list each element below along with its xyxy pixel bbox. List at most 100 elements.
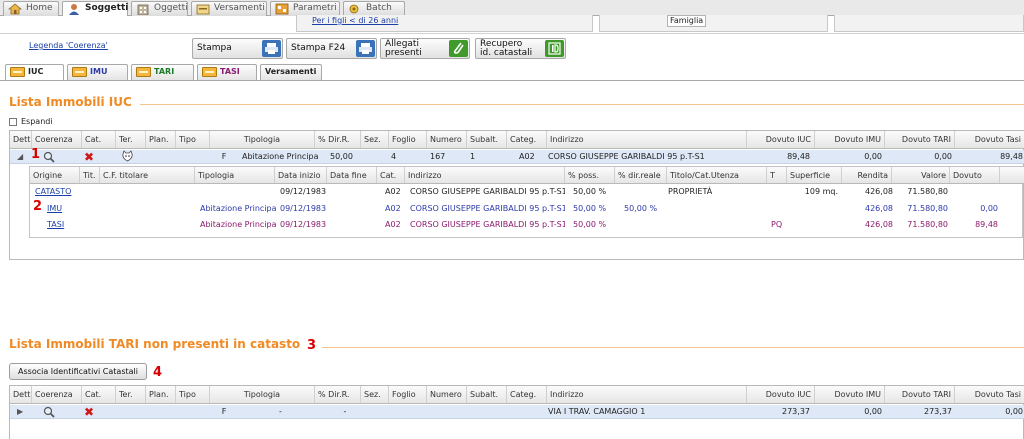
nav-tab-batch[interactable]: Batch — [343, 1, 405, 16]
user-icon — [67, 3, 81, 15]
column-header[interactable]: Plan. — [146, 386, 176, 403]
column-header[interactable]: Cat. — [82, 386, 116, 403]
column-header[interactable]: % Dir.R. — [315, 131, 361, 148]
column-header[interactable]: Coerenza — [32, 131, 82, 148]
column-header[interactable]: Data inizio — [275, 167, 327, 183]
column-header[interactable]: Dett. — [10, 386, 32, 403]
expand-arrow-icon[interactable]: ▶ — [17, 407, 23, 416]
tax-icon — [72, 67, 87, 77]
building-icon — [136, 3, 150, 16]
column-header[interactable]: Rendita — [842, 167, 892, 183]
paperclip-icon — [449, 40, 468, 57]
table-row[interactable]: CATASTO 09/12/1983 A02 CORSO GIUSEPPE GA… — [30, 185, 1024, 199]
column-header[interactable]: % dir.reale — [615, 167, 667, 183]
tab-versamenti[interactable]: Versamenti — [260, 64, 322, 80]
column-header[interactable]: Data fine — [327, 167, 377, 183]
column-header[interactable]: Tit. — [80, 167, 100, 183]
origine-imu-link[interactable]: IMU — [47, 202, 87, 216]
nav-tab-oggetti[interactable]: Oggetti — [131, 1, 188, 16]
column-header[interactable]: Ter. — [116, 131, 146, 148]
stampa-button[interactable]: Stampa — [192, 38, 283, 59]
nav-tab-home[interactable]: Home — [3, 1, 59, 16]
stampa-f24-button[interactable]: Stampa F24 — [286, 38, 377, 59]
espandi-label: Espandi — [21, 117, 53, 126]
tari-grid-header: Dett. Coerenza Cat. Ter. Plan. Tipo Tipologia%… — [10, 386, 1024, 404]
column-header[interactable]: % Dir.R. — [315, 386, 361, 403]
tab-tari[interactable]: TARI — [131, 64, 194, 80]
table-row[interactable]: TASI Abitazione Principale 09/12/1983 A0… — [30, 218, 1024, 232]
column-header[interactable]: Indirizzo — [547, 386, 747, 403]
column-header[interactable]: % poss. — [565, 167, 615, 183]
column-header[interactable]: C.F. titolare — [100, 167, 195, 183]
column-header[interactable]: Categ. — [507, 131, 547, 148]
famiglia-button[interactable]: Famiglia — [667, 15, 707, 27]
column-header[interactable]: Dovuto Tasi — [955, 386, 1024, 403]
column-header[interactable]: Tipo — [176, 386, 210, 403]
column-header[interactable]: Coerenza — [32, 386, 82, 403]
associa-identificativi-button[interactable]: Associa Identificativi Catastali — [9, 363, 147, 380]
column-header[interactable]: Dovuto IMU — [815, 386, 885, 403]
section-title-iuc: Lista Immobili IUC — [9, 95, 132, 109]
table-row[interactable]: 2 IMU Abitazione Principale 09/12/1983 A… — [30, 199, 1024, 216]
magnifier-icon[interactable] — [43, 406, 55, 418]
incoherent-x-icon: ✖ — [83, 150, 95, 164]
allegati-presenti-button[interactable]: Allegati presenti — [380, 38, 470, 59]
magnifier-icon[interactable] — [43, 151, 55, 163]
column-header[interactable]: Superficie — [787, 167, 842, 183]
column-header[interactable]: Dovuto Tasi — [955, 131, 1024, 148]
table-row[interactable]: ▶ ✖ F - - VIA I TRAV. CAMAGGIO 1 273,37 … — [10, 405, 1024, 419]
column-header[interactable]: Foglio — [389, 386, 427, 403]
tab-imu[interactable]: IMU — [67, 64, 128, 80]
column-header[interactable]: Cat. — [377, 167, 405, 183]
column-header[interactable]: Indirizzo — [405, 167, 565, 183]
column-header[interactable]: Titolo/Cat.Utenza — [667, 167, 767, 183]
column-header[interactable]: Tipologia — [195, 167, 275, 183]
column-header[interactable]: Dovuto — [950, 167, 1000, 183]
column-header[interactable]: Valore — [892, 167, 950, 183]
tax-icon — [136, 67, 151, 77]
column-header[interactable]: Sez. — [361, 386, 389, 403]
column-header[interactable]: Numero — [427, 131, 467, 148]
column-header[interactable]: Plan. — [146, 131, 176, 148]
column-header[interactable]: Dovuto TARI — [885, 131, 955, 148]
column-header[interactable]: Subalt. — [467, 131, 507, 148]
column-header[interactable]: Tipologia — [210, 131, 315, 148]
column-header[interactable]: Sez. — [361, 131, 389, 148]
column-header[interactable]: Cat. — [82, 131, 116, 148]
batch-icon — [348, 3, 362, 15]
origine-catasto-link[interactable]: CATASTO — [35, 185, 95, 199]
column-header[interactable]: Indirizzo — [547, 131, 747, 148]
collapse-arrow-icon[interactable]: ◢ — [17, 152, 23, 161]
column-header[interactable]: Dovuto IUC — [747, 131, 815, 148]
column-header[interactable]: Ter. — [116, 386, 146, 403]
marker-4: 4 — [153, 365, 163, 380]
column-header[interactable]: Dett. — [10, 131, 32, 148]
column-header[interactable]: Dovuto TARI — [885, 386, 955, 403]
sub-cell-empty — [834, 15, 1024, 32]
nav-tab-versamenti[interactable]: Versamenti — [191, 1, 267, 16]
column-header[interactable]: Tipologia — [210, 386, 315, 403]
column-header[interactable]: Numero — [427, 386, 467, 403]
column-header[interactable]: Dovuto IUC — [747, 386, 815, 403]
iuc-grid-header: Dett. Coerenza Cat. Ter. Plan. Tipo Tipologia%… — [10, 131, 1024, 149]
nav-tab-soggetti[interactable]: Soggetti — [62, 1, 128, 16]
column-header[interactable]: Dovuto IMU — [815, 131, 885, 148]
tab-tasi[interactable]: TASI — [197, 64, 257, 80]
section-divider — [322, 347, 1024, 348]
table-row[interactable]: ◢ 1 ✖ F Abitazione Principale 50,00 4 16… — [10, 147, 1024, 164]
column-header[interactable]: T — [767, 167, 787, 183]
legenda-link[interactable]: Legenda 'Coerenza' — [29, 41, 108, 50]
tab-iuc[interactable]: IUC — [5, 64, 64, 80]
recupero-id-catastali-button[interactable]: Recupero id. catastali — [475, 38, 566, 59]
column-header[interactable]: Subalt. — [467, 386, 507, 403]
origine-tasi-link[interactable]: TASI — [47, 218, 87, 232]
column-header[interactable]: Categ. — [507, 386, 547, 403]
id-card-icon — [545, 40, 564, 57]
espandi-checkbox[interactable] — [9, 118, 17, 126]
column-header[interactable]: Foglio — [389, 131, 427, 148]
column-header[interactable]: Origine — [30, 167, 80, 183]
figli-link[interactable]: Per i figli < di 26 anni — [312, 16, 398, 25]
nav-tab-parametri[interactable]: Parametri — [270, 1, 340, 16]
column-header[interactable]: Tipo — [176, 131, 210, 148]
main-nav: Home Soggetti Oggetti Versamenti Paramet… — [0, 0, 1024, 16]
